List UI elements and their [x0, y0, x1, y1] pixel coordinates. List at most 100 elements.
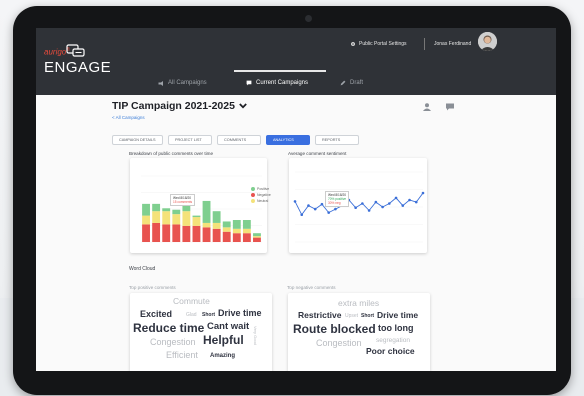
- portal-settings-button[interactable]: Public Portal Settings: [350, 41, 407, 47]
- line-tooltip: Wed 8/18/20 70% positive 30% neg: [325, 191, 350, 207]
- chevron-down-icon: [239, 103, 247, 109]
- bar-segment: [192, 215, 201, 218]
- data-point: [408, 198, 411, 202]
- word-cloud-word: segregation: [376, 337, 410, 344]
- data-point: [381, 205, 384, 209]
- active-tab-indicator: [234, 70, 326, 72]
- bar-segment: [162, 211, 171, 225]
- bar-segment: [172, 209, 181, 215]
- bar-segment: [242, 220, 251, 229]
- bar-segment: [253, 233, 261, 237]
- bar-segment: [222, 231, 231, 242]
- sentiment-line: [294, 192, 424, 216]
- word-cloud-word: Glad: [186, 312, 197, 318]
- word-cloud-word: Poor choice: [366, 346, 415, 356]
- word-cloud-word: Congestion: [150, 337, 196, 347]
- data-point: [354, 206, 357, 209]
- page-title[interactable]: TIP Campaign 2021-2025: [112, 100, 247, 112]
- bar-segment: [202, 227, 211, 242]
- pencil-icon: [340, 80, 346, 86]
- positive-word-cloud: Commute Excited Glad Short Drive time Re…: [130, 293, 272, 371]
- portal-settings-label: Public Portal Settings: [359, 41, 407, 47]
- data-point: [300, 213, 304, 216]
- camera-icon: [305, 15, 312, 22]
- data-point: [414, 200, 418, 204]
- word-cloud-word: too long: [378, 323, 414, 333]
- word-cloud-word: Excited: [140, 309, 173, 319]
- top-negative-title: Top negative comments: [287, 285, 336, 290]
- bar-segment: [232, 228, 241, 234]
- app-screen: aurigo® ENGAGE Public Portal Settings Jo…: [36, 28, 556, 371]
- bar-segment: [152, 222, 161, 242]
- chart-legend: Positive Negative Neutral: [251, 187, 271, 205]
- bar-segment: [182, 225, 191, 242]
- breakdown-title: Breakdown of public comments over time: [129, 151, 213, 156]
- word-cloud-word: Congestion: [316, 338, 362, 348]
- data-point: [320, 202, 324, 206]
- bar-segment: [172, 214, 181, 225]
- negative-word-cloud: extra miles Restrictive Upset Short Driv…: [288, 293, 430, 371]
- bar-segment: [222, 221, 231, 228]
- tab-current-campaigns[interactable]: Current Campaigns: [246, 71, 326, 95]
- data-point: [374, 200, 378, 204]
- breakdown-chart-card: Positive Negative Neutral Wed 8/18/20 15…: [130, 158, 271, 253]
- bar-segment: [232, 220, 241, 229]
- sentiment-title: Average comment sentiment: [288, 151, 347, 156]
- word-cloud-word: Short: [361, 313, 375, 319]
- section-tabs: CAMPAIGN DETAILS PROJECT LIST COMMENTS A…: [112, 135, 359, 145]
- word-cloud-word: Efficient: [166, 350, 198, 360]
- bar-tooltip: Wed 8/18/20 15 comments: [170, 194, 196, 206]
- data-point: [388, 202, 391, 205]
- word-cloud-word: Commute: [173, 296, 210, 306]
- word-cloud-word: Short: [202, 312, 216, 318]
- bar-segment: [253, 237, 261, 242]
- bar-segment: [232, 233, 241, 242]
- user-name[interactable]: Jonas Ferdinand: [434, 41, 471, 47]
- data-point: [307, 204, 310, 207]
- data-point: [401, 204, 405, 207]
- bar-segment: [212, 222, 221, 229]
- bar-segment: [162, 224, 171, 242]
- data-point: [394, 196, 398, 200]
- all-campaigns-link[interactable]: < All Campaigns: [112, 115, 145, 120]
- bar-segment: [142, 215, 150, 225]
- word-cloud-word: Drive time: [377, 310, 419, 320]
- tab-label: All Campaigns: [168, 80, 207, 86]
- data-point: [293, 200, 297, 203]
- bar-segment: [182, 211, 191, 226]
- bar-segment: [202, 222, 211, 228]
- bar-segment: [142, 224, 150, 242]
- pill-reports[interactable]: REPORTS: [315, 135, 359, 145]
- word-cloud-word: Cant wait: [207, 321, 250, 332]
- pill-project-list[interactable]: PROJECT LIST: [168, 135, 212, 145]
- word-cloud-word: Very Good: [253, 326, 258, 345]
- bar-segment: [202, 200, 211, 223]
- pill-comments[interactable]: COMMENTS: [217, 135, 261, 145]
- bar-segment: [253, 236, 261, 238]
- avatar[interactable]: [478, 32, 497, 51]
- tab-draft[interactable]: Draft: [340, 71, 380, 95]
- tab-all-campaigns[interactable]: All Campaigns: [158, 71, 228, 95]
- comment-icon[interactable]: [445, 103, 455, 111]
- pill-campaign-details[interactable]: CAMPAIGN DETAILS: [112, 135, 163, 145]
- bar-segment: [152, 211, 161, 223]
- bar-segment: [192, 217, 201, 226]
- tab-label: Current Campaigns: [256, 80, 309, 86]
- header-divider: [424, 38, 425, 50]
- top-positive-title: Top positive comments: [129, 285, 176, 290]
- user-icon[interactable]: [422, 103, 432, 111]
- bar-segment: [212, 211, 221, 223]
- word-cloud-word: Upset: [345, 313, 359, 319]
- sentiment-line-chart: [293, 171, 425, 243]
- data-point: [367, 209, 371, 212]
- data-point: [334, 207, 337, 211]
- pill-analytics[interactable]: ANALYTICS: [266, 135, 310, 145]
- app-header: aurigo® ENGAGE Public Portal Settings Jo…: [36, 28, 556, 95]
- data-point: [361, 202, 364, 205]
- bar-segment: [162, 208, 171, 212]
- bar-segment: [172, 224, 181, 242]
- data-point: [327, 211, 330, 214]
- campaign-title: TIP Campaign 2021-2025: [112, 100, 235, 112]
- brand-title: ENGAGE: [44, 59, 112, 76]
- legend-item-positive: Positive: [251, 187, 271, 191]
